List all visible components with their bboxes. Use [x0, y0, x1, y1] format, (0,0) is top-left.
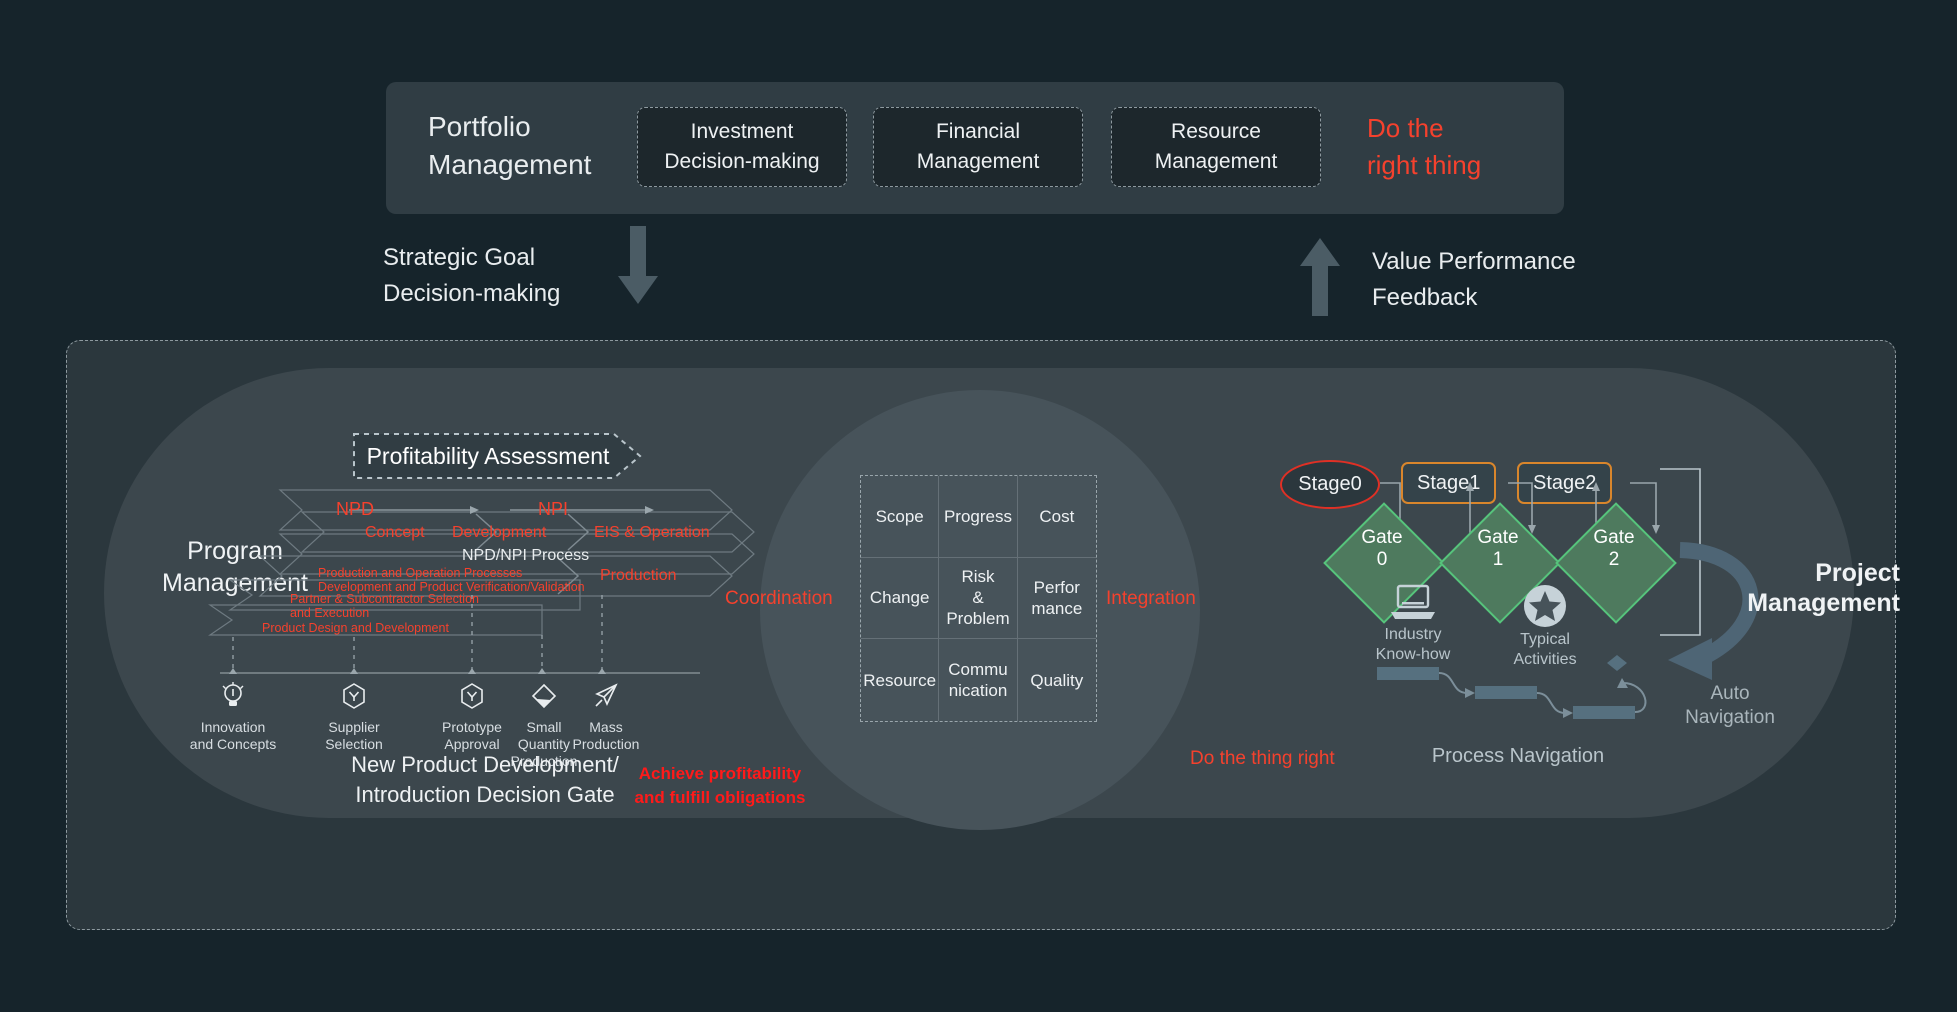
- grid-cell-communication[interactable]: Commu nication: [939, 639, 1018, 721]
- strategic-goal-label: Strategic Goal Decision-making: [383, 240, 633, 312]
- gate-marker-supplier-label: Supplier Selection: [294, 719, 414, 753]
- gate-0-title: Gate: [1361, 527, 1403, 548]
- hexagon-y-icon: [461, 683, 483, 709]
- gate-marker-supplier[interactable]: Supplier Selection: [294, 682, 414, 753]
- laptop-icon: [1391, 584, 1435, 619]
- gate-2-title: Gate: [1593, 527, 1635, 548]
- grid-cell-scope[interactable]: Scope: [861, 476, 940, 558]
- knowledge-area-grid: Scope Progress Cost Change Risk & Proble…: [860, 475, 1097, 722]
- gate-1-label: Gate 1: [1448, 527, 1548, 571]
- grid-cell-performance[interactable]: Perfor mance: [1017, 558, 1096, 640]
- grid-cell-communication-line1: Commu: [948, 660, 1008, 680]
- portfolio-slogan: Do the right thing: [1367, 110, 1567, 184]
- value-line1: Value Performance: [1372, 248, 1576, 275]
- band-partner-subcontractor: Partner & Subcontractor Selection and Ex…: [290, 592, 479, 620]
- band-production: Production: [600, 567, 677, 584]
- band-npd-label: NPD: [336, 499, 375, 519]
- gate-1-number: 1: [1492, 549, 1504, 570]
- gate-2-number: 2: [1608, 549, 1620, 570]
- grid-cell-risk-line1: Risk: [961, 567, 995, 587]
- band-phase-concept: Concept: [365, 524, 425, 541]
- band-partner-line2: and Execution: [290, 606, 370, 620]
- integration-label: Integration: [1106, 588, 1196, 609]
- process-navigation-flow: [1377, 655, 1647, 719]
- star-badge-icon: [1524, 585, 1566, 627]
- strategic-line1: Strategic Goal: [383, 244, 536, 271]
- card-financial-management[interactable]: Financial Management: [873, 107, 1083, 187]
- process-navigation-label: Process Navigation: [1431, 745, 1605, 767]
- value-performance-label: Value Performance Feedback: [1372, 244, 1672, 316]
- paper-plane-icon: [595, 683, 618, 707]
- do-the-thing-right-note: Do the thing right: [1190, 748, 1335, 769]
- grid-cell-risk-line3: Problem: [946, 609, 1010, 629]
- profitability-assessment-label: Profitability Assessment: [366, 442, 610, 469]
- auto-nav-line2: Navigation: [1685, 707, 1775, 728]
- gate-2-label: Gate 2: [1564, 527, 1664, 571]
- card-investment-decision-making[interactable]: Investment Decision-making: [637, 107, 847, 187]
- slogan-line1: Do the: [1367, 113, 1444, 143]
- band-production-operation-processes: Production and Operation Processes Devel…: [318, 566, 585, 594]
- grid-cell-progress[interactable]: Progress: [939, 476, 1018, 558]
- card-1-line2: Management: [916, 150, 1040, 173]
- card-0-line1: Investment: [690, 120, 794, 143]
- coordination-label: Coordination: [725, 588, 833, 609]
- band-npi-label: NPI: [538, 499, 569, 519]
- typical-line1: Typical: [1520, 631, 1570, 648]
- grid-cell-change[interactable]: Change: [861, 557, 940, 640]
- grid-cell-risk-line2: &: [972, 588, 984, 608]
- grid-cell-communication-line2: nication: [948, 681, 1008, 701]
- gate-marker-mass-production[interactable]: Mass Production: [546, 682, 666, 753]
- grid-cell-resource[interactable]: Resource: [861, 639, 940, 721]
- arrow-up-icon: [1300, 238, 1340, 316]
- gate-marker-mass-production-label: Mass Production: [546, 719, 666, 753]
- gate-0-number: 0: [1376, 549, 1388, 570]
- card-resource-management[interactable]: Resource Management: [1111, 107, 1321, 187]
- card-1-line1: Financial: [935, 120, 1021, 143]
- achieve-line2: and fulfill obligations: [634, 788, 806, 807]
- gate-marker-innovation-label: Innovation and Concepts: [173, 719, 293, 753]
- band-phase-eis-operation: EIS & Operation: [594, 524, 710, 541]
- auto-navigation-label: Auto Navigation: [1660, 682, 1800, 730]
- gate-0-line1: Innovation: [200, 719, 266, 735]
- portfolio-management-title: Portfolio Management: [428, 108, 638, 184]
- band-product-design: Product Design and Development: [262, 621, 449, 635]
- grid-cell-performance-line2: mance: [1031, 598, 1083, 618]
- achieve-profitability-note: Achieve profitability and fulfill obliga…: [610, 762, 830, 810]
- lightbulb-icon: [222, 682, 244, 706]
- card-2-line2: Management: [1154, 150, 1278, 173]
- band-partner-line1: Partner & Subcontractor Selection: [290, 592, 479, 606]
- gate-0-label: Gate 0: [1332, 527, 1432, 571]
- portfolio-title-line2: Management: [428, 149, 592, 180]
- card-2-line1: Resource: [1171, 120, 1261, 143]
- band-npd-npi-process: NPD/NPI Process: [462, 547, 590, 564]
- grid-cell-quality[interactable]: Quality: [1018, 639, 1096, 721]
- gate-4-line1: Mass: [589, 719, 623, 735]
- grid-cell-performance-line1: Perfor: [1033, 577, 1080, 597]
- hexagon-y-icon: [343, 683, 365, 709]
- diagram-canvas: Portfolio Management Investment Decision…: [0, 0, 1957, 1012]
- project-title-line2: Management: [1747, 589, 1900, 617]
- strategic-line2: Decision-making: [383, 280, 561, 307]
- gate-1-title: Gate: [1477, 527, 1519, 548]
- industry-line1: Industry: [1384, 626, 1442, 643]
- gate-marker-innovation[interactable]: Innovation and Concepts: [173, 682, 293, 753]
- slogan-line2: right thing: [1367, 150, 1482, 180]
- auto-nav-line1: Auto: [1710, 683, 1750, 704]
- achieve-line1: Achieve profitability: [638, 764, 802, 783]
- band-production-line1: Production and Operation Processes: [318, 566, 523, 580]
- grid-cell-risk-problem[interactable]: Risk & Problem: [939, 557, 1018, 640]
- band-phase-development: Development: [452, 524, 547, 541]
- value-line2: Feedback: [1372, 284, 1478, 311]
- card-0-line2: Decision-making: [664, 150, 820, 173]
- project-management-title: Project Management: [1700, 558, 1900, 618]
- grid-cell-cost[interactable]: Cost: [1017, 476, 1096, 558]
- gate-1-line1: Supplier: [328, 719, 380, 735]
- portfolio-title-line1: Portfolio: [428, 111, 531, 142]
- arrow-down-icon: [618, 226, 658, 304]
- project-title-line1: Project: [1815, 559, 1900, 587]
